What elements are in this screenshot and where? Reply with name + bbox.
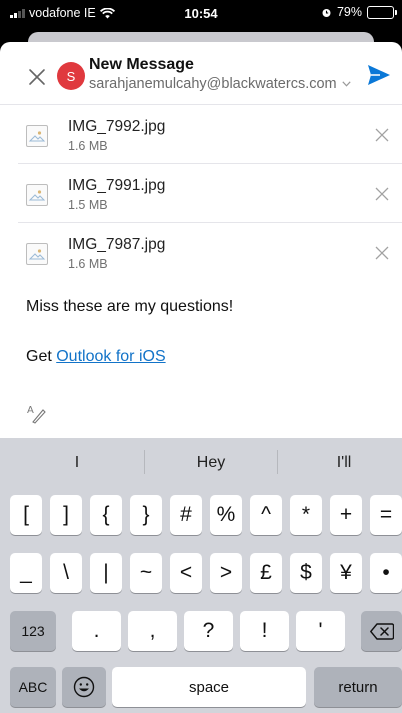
- message-body-line[interactable]: Miss these are my questions!: [26, 298, 233, 316]
- attachment-size: 1.6 MB: [68, 257, 108, 271]
- key[interactable]: ^: [250, 495, 282, 535]
- image-file-icon: [26, 125, 48, 147]
- key[interactable]: *: [290, 495, 322, 535]
- key[interactable]: £: [250, 553, 282, 593]
- key[interactable]: .: [72, 611, 121, 651]
- emoji-icon: [73, 676, 95, 698]
- attachment-name: IMG_7987.jpg: [68, 236, 166, 253]
- alarm-icon: [322, 8, 331, 17]
- key[interactable]: $: [290, 553, 322, 593]
- key[interactable]: \: [50, 553, 82, 593]
- key[interactable]: [: [10, 495, 42, 535]
- compose-sheet: S New Message sarahjanemulcahy@blackwate…: [0, 42, 402, 438]
- signature-text: Get: [26, 348, 57, 365]
- key[interactable]: ': [296, 611, 345, 651]
- remove-attachment-icon[interactable]: [374, 127, 390, 143]
- key[interactable]: =: [370, 495, 402, 535]
- signature[interactable]: Get Outlook for iOS: [26, 348, 166, 366]
- attachment-item[interactable]: IMG_7991.jpg 1.5 MB: [0, 164, 402, 222]
- key[interactable]: >: [210, 553, 242, 593]
- backspace-icon: [369, 622, 394, 640]
- emoji-key[interactable]: [62, 667, 106, 707]
- attachment-name: IMG_7992.jpg: [68, 118, 166, 135]
- battery-percent: 79%: [336, 5, 362, 19]
- key[interactable]: ?: [184, 611, 233, 651]
- suggestion-1[interactable]: I: [10, 454, 144, 472]
- delete-key[interactable]: [361, 611, 402, 651]
- key[interactable]: !: [240, 611, 289, 651]
- key[interactable]: ¥: [330, 553, 362, 593]
- key[interactable]: •: [370, 553, 402, 593]
- outlook-ios-link[interactable]: Outlook for iOS: [56, 348, 165, 365]
- key[interactable]: ~: [130, 553, 162, 593]
- key[interactable]: ,: [128, 611, 177, 651]
- numbers-key[interactable]: 123: [10, 611, 56, 651]
- avatar[interactable]: S: [57, 62, 85, 90]
- space-key[interactable]: space: [112, 667, 306, 707]
- svg-text:A: A: [27, 405, 34, 416]
- key[interactable]: |: [90, 553, 122, 593]
- attachment-item[interactable]: IMG_7992.jpg 1.6 MB: [0, 105, 402, 163]
- suggestion-3[interactable]: I'll: [277, 454, 402, 472]
- format-text-icon[interactable]: A: [26, 402, 48, 424]
- key[interactable]: ]: [50, 495, 82, 535]
- status-bar: vodafone IE 10:54 79%: [0, 0, 402, 26]
- suggestion-bar: I Hey I'll: [0, 438, 402, 488]
- key[interactable]: %: [210, 495, 242, 535]
- key[interactable]: _: [10, 553, 42, 593]
- remove-attachment-icon[interactable]: [374, 186, 390, 202]
- key[interactable]: {: [90, 495, 122, 535]
- keyboard: I Hey I'll [ ] { } # % ^ * + = _ \ | ~ <…: [0, 438, 402, 713]
- compose-header: S New Message sarahjanemulcahy@blackwate…: [0, 42, 402, 104]
- key[interactable]: }: [130, 495, 162, 535]
- attachment-size: 1.6 MB: [68, 139, 108, 153]
- attachment-size: 1.5 MB: [68, 198, 108, 212]
- battery-status: 79%: [321, 5, 397, 19]
- abc-key[interactable]: ABC: [10, 667, 56, 707]
- image-file-icon: [26, 243, 48, 265]
- return-key[interactable]: return: [314, 667, 402, 707]
- close-icon[interactable]: [27, 67, 47, 87]
- key[interactable]: +: [330, 495, 362, 535]
- attachment-item[interactable]: IMG_7987.jpg 1.6 MB: [0, 223, 402, 281]
- chevron-down-icon: [342, 81, 351, 87]
- from-address: sarahjanemulcahy@blackwatercs.com: [89, 76, 337, 92]
- key[interactable]: #: [170, 495, 202, 535]
- from-account-selector[interactable]: sarahjanemulcahy@blackwatercs.com: [89, 76, 351, 92]
- battery-icon: [367, 5, 397, 19]
- remove-attachment-icon[interactable]: [374, 245, 390, 261]
- attachment-name: IMG_7991.jpg: [68, 177, 166, 194]
- suggestion-2[interactable]: Hey: [144, 454, 278, 472]
- key[interactable]: <: [170, 553, 202, 593]
- send-icon[interactable]: [367, 64, 391, 86]
- image-file-icon: [26, 184, 48, 206]
- compose-title: New Message: [89, 56, 194, 73]
